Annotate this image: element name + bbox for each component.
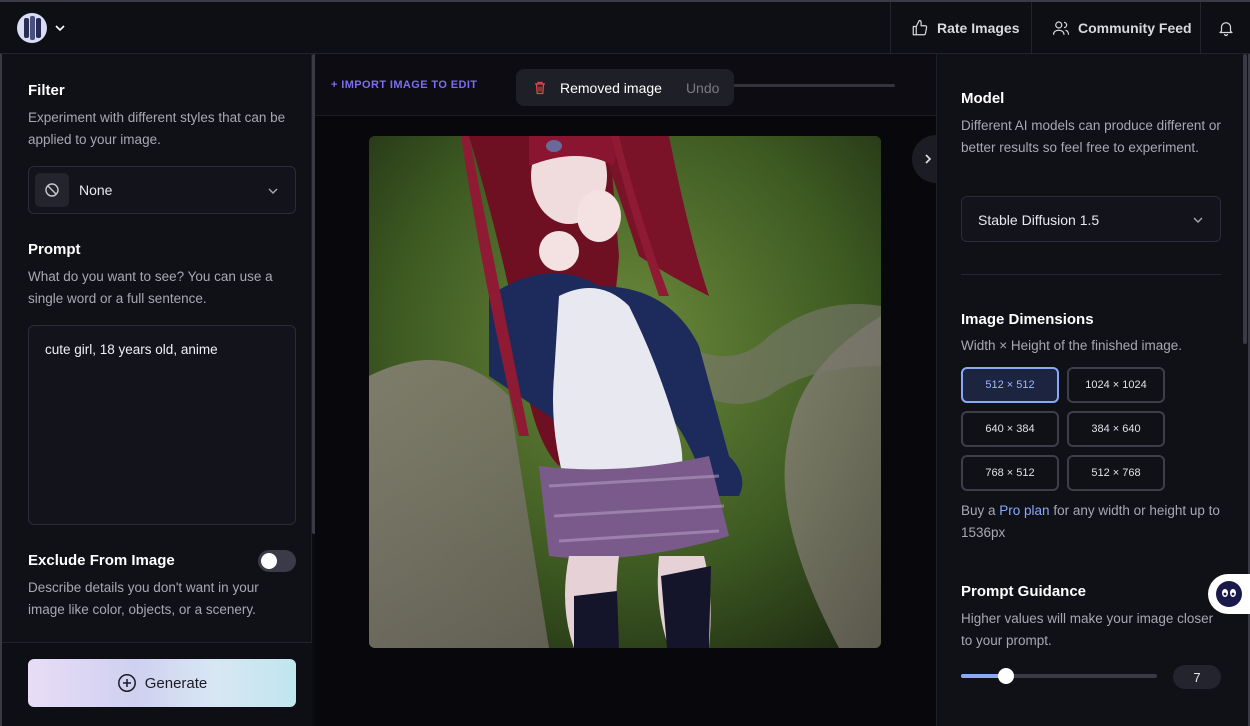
import-image-link[interactable]: + IMPORT IMAGE TO EDIT	[331, 79, 477, 91]
dimension-option-1024x1024[interactable]: 1024 × 1024	[1067, 367, 1165, 403]
rate-images-button[interactable]: Rate Images	[890, 2, 1039, 54]
section-divider	[961, 274, 1221, 275]
guidance-slider[interactable]	[961, 668, 1157, 684]
pro-plan-link[interactable]: Pro plan	[999, 503, 1049, 518]
filter-none-icon-box	[35, 173, 69, 207]
chevron-right-icon	[925, 154, 932, 164]
generate-label: Generate	[144, 674, 208, 692]
chevron-down-icon[interactable]	[54, 22, 66, 34]
trash-icon	[535, 81, 545, 94]
thumbs-up-icon	[912, 19, 928, 36]
toggle-knob	[261, 553, 277, 569]
bell-icon	[1219, 22, 1233, 37]
toast-message: Removed image	[560, 79, 662, 96]
prompt-description: What do you want to see? You can use a s…	[28, 269, 273, 306]
model-select[interactable]: Stable Diffusion 1.5	[961, 196, 1221, 242]
exclude-toggle[interactable]	[258, 550, 296, 572]
model-description: Different AI models can produce differen…	[961, 118, 1221, 155]
dimensions-title: Image Dimensions	[961, 311, 1094, 328]
assistant-bubble[interactable]	[1208, 574, 1250, 614]
community-feed-button[interactable]: Community Feed	[1031, 2, 1212, 54]
ban-icon	[45, 183, 59, 197]
top-bar: Rate Images Community Feed	[0, 0, 1250, 54]
left-panel: Filter Experiment with different styles …	[0, 54, 316, 726]
filter-description: Experiment with different styles that ca…	[28, 110, 286, 147]
guidance-title: Prompt Guidance	[961, 583, 1087, 600]
removed-image-toast: Removed image Undo	[516, 69, 734, 106]
app-logo[interactable]	[17, 13, 47, 43]
dimension-option-640x384[interactable]: 640 × 384	[961, 411, 1059, 447]
dimension-option-384x640[interactable]: 384 × 640	[1067, 411, 1165, 447]
slider-handle[interactable]	[998, 668, 1015, 684]
canvas-area: + IMPORT IMAGE TO EDIT Removed image Und…	[315, 54, 946, 726]
pro-plan-prefix: Buy a	[961, 503, 1000, 518]
generated-image-illustration	[369, 136, 881, 648]
notifications-button[interactable]	[1200, 2, 1250, 54]
prompt-title: Prompt	[28, 241, 81, 258]
community-feed-label: Community Feed	[1078, 20, 1192, 36]
pro-plan-note: Buy a Pro plan for any width or height u…	[961, 500, 1223, 544]
chevron-down-icon	[268, 188, 278, 194]
guidance-value[interactable]: 7	[1173, 665, 1221, 689]
dimension-option-768x512[interactable]: 768 × 512	[961, 455, 1059, 491]
filter-title: Filter	[28, 82, 65, 99]
guidance-description: Higher values will make your image close…	[961, 611, 1214, 648]
users-icon	[1052, 21, 1070, 35]
filter-selected-value: None	[79, 182, 113, 198]
exclude-description: Describe details you don't want in your …	[28, 580, 259, 617]
generated-image[interactable]	[369, 136, 881, 648]
right-panel: Model Different AI models can produce di…	[936, 54, 1250, 726]
model-title: Model	[961, 90, 1005, 107]
right-scrollbar[interactable]	[1243, 54, 1247, 344]
filter-select[interactable]: None	[28, 166, 296, 214]
generate-button[interactable]: Generate	[28, 659, 296, 707]
dimensions-description: Width × Height of the finished image.	[961, 338, 1182, 353]
model-selected-value: Stable Diffusion 1.5	[978, 212, 1100, 228]
exclude-title: Exclude From Image	[28, 552, 175, 569]
canvas-toolbar: + IMPORT IMAGE TO EDIT Removed image Und…	[315, 54, 936, 116]
plus-circle-icon	[117, 674, 136, 692]
dimension-option-512x512[interactable]: 512 × 512	[961, 367, 1059, 403]
rate-images-label: Rate Images	[937, 20, 1020, 36]
chevron-down-icon	[1193, 217, 1203, 223]
progress-track	[725, 84, 895, 87]
robot-icon	[1216, 581, 1242, 607]
dimension-option-512x768[interactable]: 512 × 768	[1067, 455, 1165, 491]
prompt-input[interactable]: cute girl, 18 years old, anime	[28, 325, 296, 525]
undo-button[interactable]: Undo	[686, 80, 719, 96]
generate-area: Generate	[2, 642, 312, 726]
